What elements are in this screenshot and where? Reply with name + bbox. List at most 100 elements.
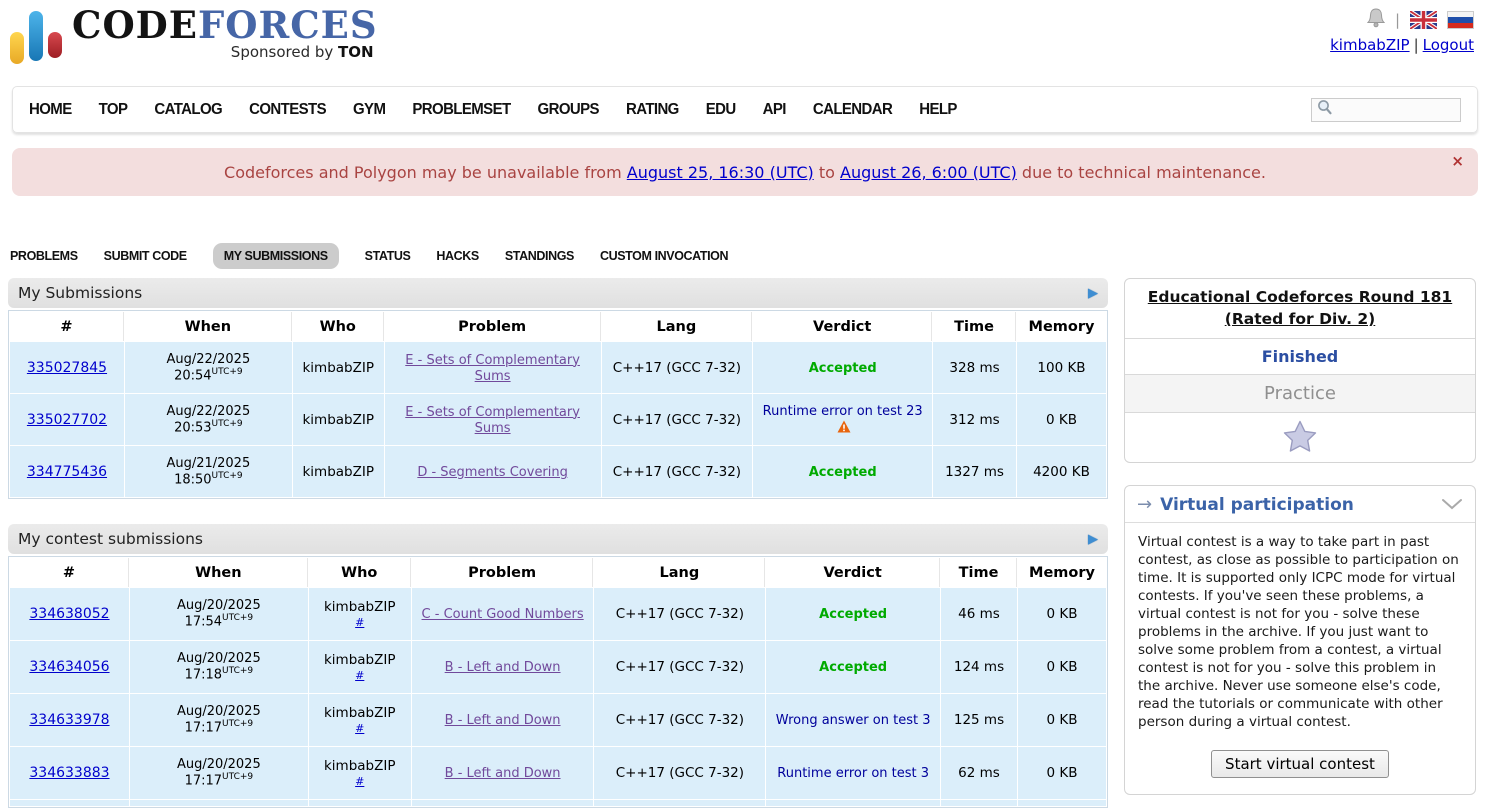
memory-used: 4200 KB <box>1016 446 1106 497</box>
problem-link[interactable]: D - Segments Covering <box>417 465 568 480</box>
problem-link[interactable]: E - Sets of Complementary Sums <box>405 405 580 436</box>
maintenance-banner-text: Codeforces and Polygon may be unavailabl… <box>224 163 1266 182</box>
tab-hacks[interactable]: HACKS <box>436 249 479 263</box>
participation-link[interactable]: # <box>315 669 405 682</box>
search-input[interactable] <box>1333 102 1451 117</box>
col-header-problem: Problem <box>411 558 594 587</box>
execution-time: 328 ms <box>933 342 1016 393</box>
execution-time: 312 ms <box>933 394 1016 445</box>
table-row: 335027702 Aug/22/2025 20:53UTC+9 kimbabZ… <box>10 394 1106 445</box>
time-value: 17:17 <box>184 720 223 736</box>
submission-date: Aug/20/2025 <box>176 598 261 614</box>
submitter-handle: kimbabZIP <box>323 599 396 615</box>
contest-link[interactable]: Educational Codeforces Round 181 (Rated … <box>1148 288 1452 328</box>
nav-item-home[interactable]: HOME <box>29 101 72 119</box>
submission-id-link[interactable]: 335027845 <box>27 360 107 376</box>
problem-link[interactable]: C - Count Good Numbers <box>422 607 584 622</box>
nav-item-api[interactable]: API <box>763 101 787 119</box>
section-title: My contest submissions <box>18 530 203 548</box>
memory-used: 0 KB <box>1017 747 1106 799</box>
logo-bars-icon <box>10 6 62 64</box>
timezone: UTC+9 <box>222 613 254 624</box>
contest-status: Finished <box>1125 339 1475 376</box>
participation-link[interactable]: # <box>315 722 405 735</box>
tab-status[interactable]: STATUS <box>365 249 411 263</box>
col-header-id: # <box>10 558 129 587</box>
col-header-verdict: Verdict <box>766 558 941 587</box>
tab-my-submissions[interactable]: MY SUBMISSIONS <box>212 243 339 269</box>
nav-item-edu[interactable]: EDU <box>706 101 736 119</box>
submission-date: Aug/22/2025 <box>166 351 251 367</box>
participation-link[interactable]: # <box>315 616 405 629</box>
submission-id-link[interactable]: 334634056 <box>29 659 109 675</box>
banner-text-after: due to technical maintenance. <box>1016 162 1266 182</box>
submission-date: Aug/20/2025 <box>176 757 261 773</box>
submission-time: 17:17UTC+9 <box>136 772 302 788</box>
notifications-bell-icon[interactable] <box>1366 8 1386 32</box>
username-link[interactable]: kimbabZIP <box>1330 36 1409 54</box>
submission-id-link[interactable]: 334633883 <box>29 765 109 781</box>
memory-used: 0 KB <box>1017 641 1106 693</box>
banner-text-before: Codeforces and Polygon may be unavailabl… <box>224 162 627 182</box>
favorite-star-icon[interactable] <box>1283 421 1317 456</box>
logo-bar-blue <box>29 11 43 61</box>
col-header-when: When <box>129 558 308 587</box>
chevron-down-icon[interactable] <box>1441 495 1463 514</box>
timezone: UTC+9 <box>222 666 254 677</box>
nav-item-help[interactable]: HELP <box>919 101 957 119</box>
problem-link[interactable]: E - Sets of Complementary Sums <box>405 353 580 384</box>
logout-link[interactable]: Logout <box>1423 36 1474 54</box>
col-header-lang: Lang <box>594 558 766 587</box>
banner-date-link-1[interactable]: August 25, 16:30 (UTC) <box>627 163 814 182</box>
submission-date: Aug/21/2025 <box>166 455 251 471</box>
my-submissions-table: # When Who Problem Lang Verdict Time Mem… <box>8 310 1108 499</box>
col-header-verdict: Verdict <box>753 312 933 341</box>
nav-item-contests[interactable]: CONTESTS <box>249 101 326 119</box>
close-icon[interactable]: × <box>1451 154 1464 169</box>
nav-item-calendar[interactable]: CALENDAR <box>813 101 893 119</box>
tab-custom-invocation[interactable]: CUSTOM INVOCATION <box>600 249 729 263</box>
problem-link[interactable]: B - Left and Down <box>445 660 561 675</box>
logo-forces-text: FORCES <box>197 3 378 47</box>
start-virtual-contest-button[interactable]: Start virtual contest <box>1211 749 1389 778</box>
submitter-handle: kimbabZIP <box>302 463 374 480</box>
problem-link[interactable]: B - Left and Down <box>445 766 561 781</box>
russian-flag-icon[interactable] <box>1447 11 1474 29</box>
timezone: UTC+9 <box>222 772 254 783</box>
banner-date-link-2[interactable]: August 26, 6:00 (UTC) <box>840 163 1017 182</box>
nav-item-gym[interactable]: GYM <box>353 101 386 119</box>
problem-link[interactable]: B - Left and Down <box>445 713 561 728</box>
nav-item-rating[interactable]: RATING <box>626 101 679 119</box>
virtual-participation-header[interactable]: → Virtual participation <box>1125 486 1475 524</box>
participation-link[interactable]: # <box>315 775 405 788</box>
nav-item-groups[interactable]: GROUPS <box>538 101 600 119</box>
codeforces-logo[interactable]: CODEFORCES Sponsored by TON <box>10 6 378 82</box>
submission-id-link[interactable]: 335027702 <box>27 412 107 428</box>
submission-id-link[interactable]: 334775436 <box>27 464 107 480</box>
english-flag-icon[interactable] <box>1408 9 1439 31</box>
col-header-who: Who <box>292 312 384 341</box>
logo-bar-yellow <box>10 32 24 64</box>
col-header-who: Who <box>308 558 411 587</box>
timezone: UTC+9 <box>211 418 243 429</box>
search-box[interactable] <box>1311 97 1461 122</box>
time-value: 17:17 <box>184 773 223 789</box>
submission-id-link[interactable]: 334633978 <box>29 712 109 728</box>
expand-arrow-icon[interactable]: ▶ <box>1088 286 1098 301</box>
nav-item-top[interactable]: TOP <box>99 101 128 119</box>
tagline-brand: TON <box>338 42 374 61</box>
virtual-participation-title: Virtual participation <box>1160 494 1354 515</box>
submission-id-link[interactable]: 334638052 <box>29 606 109 622</box>
tab-submit-code[interactable]: SUBMIT CODE <box>104 249 188 263</box>
table-row: 334775436 Aug/21/2025 18:50UTC+9 kimbabZ… <box>10 446 1106 497</box>
memory-used: 0 KB <box>1017 694 1106 746</box>
nav-item-problemset[interactable]: PROBLEMSET <box>412 101 511 119</box>
table-header-row: # When Who Problem Lang Verdict Time Mem… <box>10 312 1106 341</box>
contest-title-row: Educational Codeforces Round 181 (Rated … <box>1125 279 1475 340</box>
time-value: 18:50 <box>174 472 212 488</box>
expand-arrow-icon[interactable]: ▶ <box>1088 532 1098 547</box>
tab-standings[interactable]: STANDINGS <box>505 249 574 263</box>
tab-problems[interactable]: PROBLEMS <box>10 249 78 263</box>
nav-item-catalog[interactable]: CATALOG <box>154 101 222 119</box>
warning-icon[interactable] <box>837 420 851 437</box>
